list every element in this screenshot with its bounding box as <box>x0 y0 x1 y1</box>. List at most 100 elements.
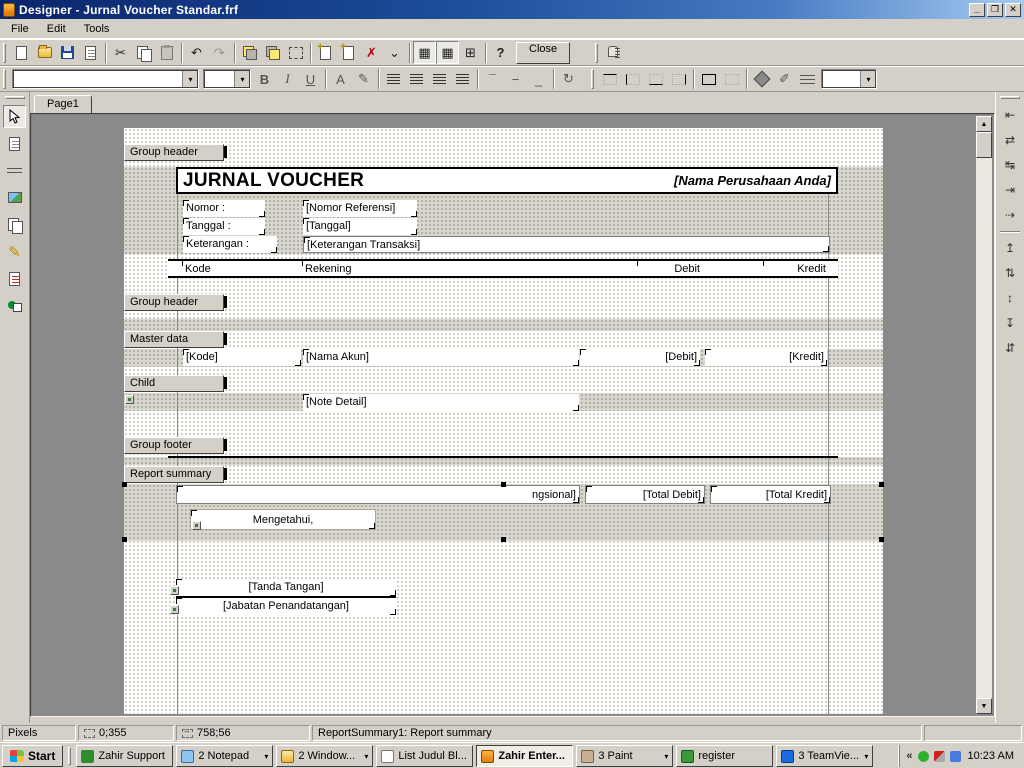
scrollbar-thumb[interactable] <box>976 132 992 158</box>
highlight-button[interactable]: ✎ <box>352 68 375 91</box>
report-title-object[interactable]: JURNAL VOUCHER [Nama Perusahaan Anda] <box>176 167 838 194</box>
taskbar-item-teamviewer[interactable]: 3 TeamVie... ▾ <box>776 745 873 767</box>
italic-button[interactable]: I <box>276 68 299 91</box>
field-kredit[interactable]: [Kredit] <box>705 349 827 366</box>
field-total-kredit[interactable]: [Total Kredit] <box>710 485 831 504</box>
chevron-down-icon[interactable]: ▾ <box>860 70 876 88</box>
toolbar-grip[interactable] <box>3 43 6 63</box>
context-help-button[interactable]: ? <box>489 41 512 64</box>
field-kode[interactable]: [Kode] <box>183 349 301 366</box>
menu-tools[interactable]: Tools <box>75 21 119 37</box>
align-bottom-edges-button[interactable]: ↧ <box>999 312 1021 334</box>
column-rekening[interactable]: Rekening <box>305 262 405 276</box>
align-right-edges-button[interactable]: ⇥ <box>999 179 1021 201</box>
footer-line-object[interactable] <box>168 456 838 458</box>
delete-object-button[interactable]: ✗ <box>360 41 383 64</box>
selection-handle[interactable] <box>501 482 506 487</box>
taskbar-item-paint[interactable]: 3 Paint ▾ <box>576 745 673 767</box>
selection-handle[interactable] <box>122 482 127 487</box>
field-total-fungsional[interactable]: ngsional] <box>176 485 580 504</box>
underline-button[interactable]: U <box>299 68 322 91</box>
data-dictionary-button[interactable] <box>602 41 625 64</box>
field-total-debit[interactable]: [Total Debit] <box>585 485 705 504</box>
send-to-back-button[interactable] <box>261 41 284 64</box>
menu-edit[interactable]: Edit <box>38 21 75 37</box>
frame-left-button[interactable] <box>621 68 644 91</box>
tray-network-icon[interactable] <box>950 751 961 762</box>
text-object-button[interactable] <box>3 132 26 155</box>
frame-width-combo[interactable]: ▾ <box>821 69 877 89</box>
field-debit[interactable]: [Debit] <box>580 349 700 366</box>
show-grid-button[interactable]: ▦ <box>413 41 436 64</box>
tray-user-icon[interactable] <box>918 751 929 762</box>
band-master-data[interactable]: Master data <box>124 331 224 348</box>
align-to-grid-button[interactable]: ⊞ <box>459 41 482 64</box>
save-report-button[interactable] <box>56 41 79 64</box>
center-horizontally-button[interactable]: ⇢ <box>999 204 1021 226</box>
align-left-edges-button[interactable]: ⇤ <box>999 104 1021 126</box>
bring-to-front-button[interactable] <box>238 41 261 64</box>
toolbar-grip[interactable] <box>5 96 25 99</box>
frame-none-button[interactable] <box>720 68 743 91</box>
rotate-text-button[interactable]: ↻ <box>557 68 580 91</box>
band-group-header-1[interactable]: Group header <box>124 144 224 161</box>
valign-middle-button[interactable]: − <box>504 68 527 91</box>
select-tool-button[interactable] <box>3 105 26 128</box>
align-horizontal-centers-button[interactable]: ⇄ <box>999 129 1021 151</box>
picture-object-button[interactable] <box>3 186 26 209</box>
toolbar-grip[interactable] <box>595 43 598 63</box>
chevron-down-icon[interactable]: ▾ <box>182 70 198 88</box>
selection-handle[interactable] <box>122 537 127 542</box>
frame-right-button[interactable] <box>667 68 690 91</box>
column-kredit[interactable]: Kredit <box>766 262 826 276</box>
more-options-button[interactable]: ⌄ <box>383 41 406 64</box>
toolbar-grip[interactable] <box>591 69 594 89</box>
taskbar-item-list-judul[interactable]: List Judul Bl... <box>376 745 473 767</box>
align-vertical-centers-button[interactable]: ⇅ <box>999 262 1021 284</box>
vertical-scrollbar[interactable]: ▲ ▼ <box>976 116 992 714</box>
taskbar-item-zahir-support[interactable]: Zahir Support <box>76 745 173 767</box>
scroll-down-button[interactable]: ▼ <box>976 698 992 714</box>
frame-bottom-button[interactable] <box>644 68 667 91</box>
font-size-combo[interactable]: ▾ <box>203 69 251 89</box>
preview-button[interactable] <box>79 41 102 64</box>
taskbar-item-register[interactable]: register <box>676 745 773 767</box>
align-justify-button[interactable] <box>451 68 474 91</box>
frame-color-button[interactable]: ✐ <box>773 68 796 91</box>
valign-top-button[interactable]: ¯ <box>481 68 504 91</box>
column-debit[interactable]: Debit <box>640 262 700 276</box>
taskbar-item-notepad[interactable]: 2 Notepad ▾ <box>176 745 273 767</box>
bold-button[interactable]: B <box>253 68 276 91</box>
center-vertically-button[interactable]: ⇵ <box>999 337 1021 359</box>
font-name-combo[interactable]: ▾ <box>12 69 199 89</box>
subreport-object-button[interactable] <box>3 213 26 236</box>
insert-object-button[interactable] <box>337 41 360 64</box>
label-tanggal[interactable]: Tanggal : <box>183 218 265 235</box>
toolbar-grip[interactable] <box>3 69 6 89</box>
snap-to-grid-button[interactable]: ▦ <box>436 41 459 64</box>
space-equally-vertical-button[interactable]: ↕ <box>999 287 1021 309</box>
selection-handle[interactable] <box>501 537 506 542</box>
design-canvas[interactable]: Group header Group header Master data Ch… <box>30 113 995 717</box>
insert-band-button[interactable] <box>314 41 337 64</box>
richtext-object-button[interactable] <box>3 267 26 290</box>
menu-file[interactable]: File <box>2 21 38 37</box>
paste-button[interactable] <box>155 41 178 64</box>
field-tanda-tangan[interactable]: [Tanda Tangan] <box>176 579 396 598</box>
taskbar-item-explorer[interactable]: 2 Window... ▾ <box>276 745 373 767</box>
column-header-row[interactable]: Kode Rekening Debit Kredit <box>168 259 838 278</box>
undo-button[interactable]: ↶ <box>185 41 208 64</box>
column-kode[interactable]: Kode <box>185 262 295 276</box>
open-report-button[interactable] <box>33 41 56 64</box>
band-group-footer[interactable]: Group footer <box>124 437 224 454</box>
start-button[interactable]: Start <box>2 745 63 767</box>
minimize-button[interactable]: _ <box>969 3 985 17</box>
chevron-down-icon[interactable]: ▾ <box>234 70 250 88</box>
band-expander-icon[interactable] <box>125 395 134 404</box>
field-mengetahui[interactable]: Mengetahui, <box>190 509 376 530</box>
label-keterangan[interactable]: Keterangan : <box>183 236 277 253</box>
band-report-summary[interactable]: Report summary <box>124 466 224 483</box>
new-report-button[interactable] <box>10 41 33 64</box>
restore-button[interactable]: ❐ <box>987 3 1003 17</box>
field-nama-akun[interactable]: [Nama Akun] <box>303 349 579 366</box>
